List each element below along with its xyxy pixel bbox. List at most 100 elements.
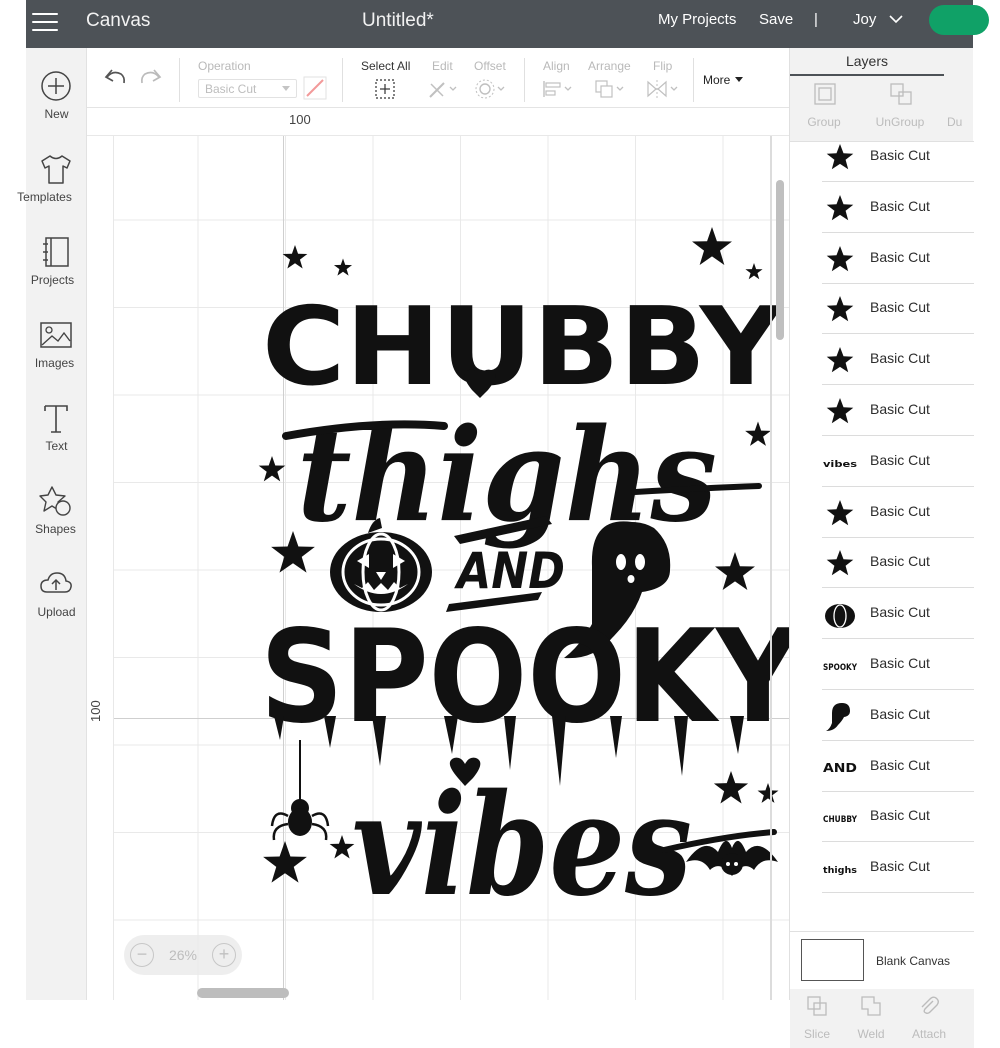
ungroup-button[interactable]: UnGroup <box>870 78 930 138</box>
chevron-down-icon[interactable] <box>888 13 904 25</box>
duplicate-button[interactable]: Du <box>948 78 974 138</box>
layer-thumbnail-star <box>826 347 854 373</box>
layer-name: Basic Cut <box>870 451 930 468</box>
align-icon[interactable] <box>541 78 575 100</box>
layer-row[interactable]: Basic Cut <box>822 589 974 640</box>
select-all-icon[interactable] <box>374 78 396 100</box>
design-canvas[interactable]: CHUBBY thighs AND SPOOKY vibes <box>114 136 789 1000</box>
save-button[interactable]: Save <box>759 11 793 28</box>
star-shape[interactable] <box>713 771 749 804</box>
artboard-edge <box>770 136 772 1000</box>
and-text-shape[interactable]: AND <box>453 542 565 600</box>
layer-row[interactable]: AND Basic Cut <box>822 742 974 792</box>
spooky-text-shape[interactable]: SPOOKY <box>260 603 789 752</box>
undo-icon[interactable] <box>101 66 127 88</box>
edit-label: Edit <box>432 59 453 73</box>
flip-label: Flip <box>653 59 673 73</box>
star-shape[interactable] <box>745 263 763 280</box>
layer-row[interactable]: Basic Cut <box>822 142 974 182</box>
shapes-icon <box>39 486 71 516</box>
layer-thumbnail-chubby: CHUBBY <box>823 815 857 825</box>
edit-tools-icon[interactable] <box>427 78 459 100</box>
chubby-text-shape[interactable]: CHUBBY <box>262 285 784 410</box>
blank-canvas-row[interactable]: Blank Canvas <box>790 931 974 989</box>
layer-row[interactable]: thighs Basic Cut <box>822 843 974 894</box>
star-shape[interactable] <box>282 245 308 269</box>
layer-thumbnail-text: SPOOKY <box>823 663 857 673</box>
layer-row[interactable]: Basic Cut <box>822 183 974 233</box>
sidebar-item-projects[interactable]: Projects <box>26 234 87 304</box>
layers-panel: Layers Group UnGroup Du Basic Cut Basic C… <box>789 48 974 1048</box>
sidebar-item-images[interactable]: Images <box>26 317 87 387</box>
sidebar-item-upload[interactable]: Upload <box>26 566 87 636</box>
attach-button[interactable]: Attach <box>904 995 954 1045</box>
layer-row[interactable]: Basic Cut <box>822 335 974 386</box>
layer-thumbnail-star <box>826 499 854 525</box>
spider-shape[interactable] <box>270 740 330 841</box>
caret-down-icon <box>734 77 743 82</box>
star-shape[interactable] <box>258 456 286 482</box>
sidebar-label-projects: Projects <box>30 273 75 287</box>
star-shape[interactable] <box>263 841 307 883</box>
layer-name: Basic Cut <box>870 655 930 671</box>
sidebar-item-shapes[interactable]: Shapes <box>26 483 87 553</box>
operation-select[interactable]: Basic Cut <box>198 79 297 98</box>
vibes-text-shape[interactable]: vibes <box>352 764 692 928</box>
sidebar-item-new[interactable]: New <box>26 68 87 138</box>
tshirt-icon <box>41 155 71 184</box>
star-shape[interactable] <box>333 258 353 276</box>
topbar-separator: | <box>814 11 818 28</box>
star-shape[interactable] <box>757 783 779 803</box>
star-shape[interactable] <box>715 552 755 590</box>
halloween-design-artwork[interactable]: CHUBBY thighs AND SPOOKY vibes <box>114 136 789 1000</box>
layer-list: Basic Cut Basic Cut Basic Cut Basic Cut Basi… <box>790 141 974 931</box>
arrange-icon[interactable] <box>593 78 627 100</box>
layer-thumbnail-ghost <box>826 702 850 731</box>
group-label: Group <box>807 115 841 129</box>
weld-label: Weld <box>857 1027 885 1041</box>
layer-row[interactable]: Basic Cut <box>822 538 974 589</box>
layer-row[interactable]: Basic Cut <box>822 691 974 741</box>
layer-row[interactable]: Basic Cut <box>822 234 974 284</box>
sidebar-item-templates[interactable]: Templates <box>17 151 87 221</box>
layer-row[interactable]: Basic Cut <box>822 386 974 436</box>
arrange-label: Arrange <box>588 59 631 73</box>
document-title[interactable]: Untitled* <box>362 10 434 32</box>
flip-icon[interactable] <box>645 78 681 100</box>
star-shape[interactable] <box>692 227 732 265</box>
ruler-top-label: 100 <box>289 112 311 127</box>
layer-row[interactable]: SPOOKY Basic Cut <box>822 640 974 690</box>
horizontal-scrollbar[interactable] <box>197 988 289 998</box>
layer-row[interactable]: Basic Cut <box>822 284 974 335</box>
hamburger-menu-icon[interactable] <box>32 10 60 34</box>
layer-name: Basic Cut <box>870 248 930 265</box>
vertical-scrollbar[interactable] <box>776 180 784 340</box>
zoom-out-button[interactable]: − <box>130 943 154 967</box>
redo-icon[interactable] <box>139 66 165 88</box>
duplicate-label: Du <box>948 115 963 129</box>
more-button[interactable]: More <box>703 73 744 87</box>
zoom-in-button[interactable]: + <box>212 943 236 967</box>
layers-title[interactable]: Layers <box>790 53 944 69</box>
my-projects-link[interactable]: My Projects <box>658 11 736 28</box>
weld-button[interactable]: Weld <box>846 995 896 1045</box>
star-shape[interactable] <box>329 835 355 859</box>
pen-color-swatch-icon[interactable] <box>303 76 327 100</box>
layer-thumbnail-spooky: SPOOKY <box>823 663 857 673</box>
slice-label: Slice <box>803 1027 830 1041</box>
layer-row[interactable]: CHUBBY Basic Cut <box>822 792 974 843</box>
layer-name: Basic Cut <box>870 197 930 214</box>
layer-row[interactable]: Basic Cut <box>822 488 974 538</box>
top-bar: Canvas Untitled* My Projects Save | Joy <box>26 0 989 48</box>
make-it-button[interactable] <box>929 5 989 35</box>
star-shape[interactable] <box>745 421 771 446</box>
user-menu[interactable]: Joy <box>853 11 876 28</box>
bat-shape[interactable] <box>686 840 778 876</box>
group-button[interactable]: Group <box>794 78 854 138</box>
layer-row[interactable]: vibes Basic Cut <box>822 437 974 487</box>
blank-canvas-swatch[interactable] <box>801 939 864 981</box>
offset-icon[interactable] <box>474 78 508 100</box>
sidebar-item-text[interactable]: Text <box>26 400 87 470</box>
slice-button[interactable]: Slice <box>792 995 842 1045</box>
ungroup-label: UnGroup <box>875 115 925 129</box>
